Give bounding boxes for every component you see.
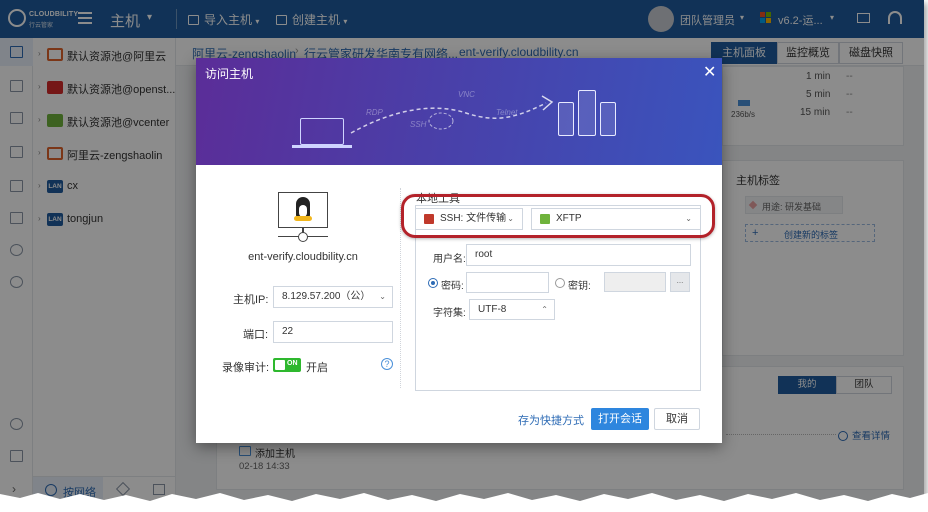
password-radio[interactable] bbox=[428, 278, 438, 288]
dialog-header: 访问主机 ✕ RDP VNC SSH Telnet bbox=[196, 58, 722, 165]
save-shortcut-link[interactable]: 存为快捷方式 bbox=[518, 412, 584, 428]
username-input[interactable]: root bbox=[466, 244, 691, 266]
host-ip-value: 8.129.57.200（公） bbox=[282, 291, 371, 302]
help-icon[interactable]: ? bbox=[381, 358, 393, 370]
port-label: 端口: bbox=[243, 329, 269, 341]
password-input[interactable] bbox=[466, 272, 549, 293]
torn-edge-decoration bbox=[0, 493, 928, 512]
host-ip-select[interactable]: 8.129.57.200（公） ⌄ bbox=[273, 286, 393, 308]
laptop-base bbox=[292, 145, 352, 148]
toggle-knob bbox=[275, 360, 285, 370]
dialog-title: 访问主机 bbox=[205, 67, 254, 81]
open-session-button[interactable]: 打开会话 bbox=[591, 408, 649, 430]
protocol-label: SSH bbox=[410, 120, 427, 129]
key-browse-button[interactable]: ... bbox=[670, 272, 690, 292]
server-cluster-icon bbox=[558, 90, 618, 136]
cancel-button[interactable]: 取消 bbox=[654, 408, 700, 430]
host-name: ent-verify.cloudbility.cn bbox=[248, 251, 358, 263]
close-icon[interactable]: ✕ bbox=[703, 62, 716, 82]
host-ip-label: 主机IP: bbox=[233, 294, 269, 306]
record-audit-state: 开启 bbox=[306, 362, 328, 374]
toggle-on-text: ON bbox=[287, 360, 298, 367]
key-label: 密钥: bbox=[568, 281, 591, 292]
protocol-label: VNC bbox=[458, 90, 475, 99]
host-node-icon bbox=[298, 232, 308, 242]
key-radio[interactable] bbox=[555, 278, 565, 288]
protocol-label: RDP bbox=[366, 108, 383, 117]
password-label: 密码: bbox=[441, 281, 464, 292]
linux-penguin-icon bbox=[294, 197, 312, 221]
chevron-down-icon: ⌄ bbox=[379, 292, 386, 301]
app-window: CLOUDBILITY 行云管家 主机 ▾ 导入主机 ▾ 创建主机 ▾ 团队管理… bbox=[0, 0, 924, 502]
protocol-label: Telnet bbox=[496, 108, 518, 117]
laptop-icon bbox=[300, 118, 344, 145]
port-input[interactable]: 22 bbox=[273, 321, 393, 343]
access-host-dialog: 访问主机 ✕ RDP VNC SSH Telnet ent-verify.clo… bbox=[196, 58, 722, 443]
record-audit-toggle[interactable]: ON bbox=[273, 358, 301, 372]
record-audit-label: 录像审计: bbox=[222, 362, 270, 374]
charset-select[interactable]: UTF-8 ⌃ bbox=[469, 299, 555, 320]
highlight-annotation bbox=[401, 194, 715, 238]
connection-path-graphic bbox=[350, 95, 554, 134]
username-label: 用户名: bbox=[433, 254, 466, 265]
chevron-up-icon: ⌃ bbox=[541, 305, 548, 314]
charset-label: 字符集: bbox=[433, 308, 466, 319]
key-input bbox=[604, 272, 666, 292]
charset-value: UTF-8 bbox=[478, 304, 507, 315]
